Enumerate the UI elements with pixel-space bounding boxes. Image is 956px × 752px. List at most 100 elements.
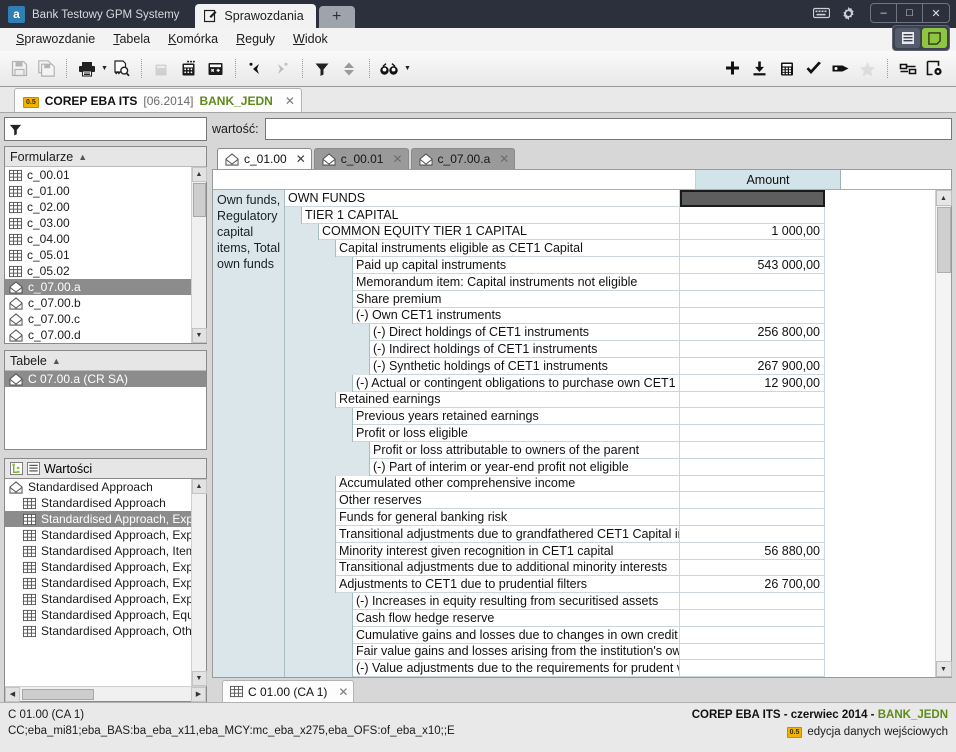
- row-amount-cell[interactable]: [680, 273, 825, 291]
- row-amount-cell[interactable]: [680, 559, 825, 577]
- row-amount-cell[interactable]: [680, 290, 825, 308]
- scroll-up-icon[interactable]: ▲: [191, 167, 207, 182]
- row-label-cell[interactable]: Profit or loss eligible: [353, 425, 680, 442]
- list-item[interactable]: Standardised Approach: [5, 479, 191, 495]
- row-label-cell[interactable]: Minority interest given recognition in C…: [336, 542, 680, 560]
- row-amount-cell[interactable]: [680, 441, 825, 459]
- value-input[interactable]: [264, 118, 952, 140]
- scroll-down-icon[interactable]: ▼: [191, 671, 207, 686]
- row-label-cell[interactable]: Transitional adjustments due to addition…: [336, 559, 680, 577]
- row-amount-cell[interactable]: [680, 643, 825, 661]
- compare-icon[interactable]: [894, 56, 921, 82]
- list-item[interactable]: c_00.01: [5, 167, 191, 183]
- list-item[interactable]: Standardised Approach, Exposu: [5, 591, 191, 607]
- save-all-icon[interactable]: [33, 56, 60, 82]
- table-row[interactable]: Paid up capital instruments 543 000,00: [285, 257, 935, 274]
- table-row[interactable]: Share premium: [285, 290, 935, 308]
- row-amount-cell[interactable]: [680, 609, 825, 627]
- table-row[interactable]: Cash flow hedge reserve: [285, 609, 935, 627]
- tree-icon[interactable]: [10, 462, 23, 475]
- row-label-cell[interactable]: (-) Direct holdings of CET1 instruments: [370, 324, 680, 342]
- wartosci-hscrollbar[interactable]: ◀ ▶: [5, 686, 206, 702]
- bottom-tab-c0100[interactable]: C 01.00 (CA 1) ✕: [222, 680, 355, 702]
- table-row[interactable]: (-) Part of interim or year-end profit n…: [285, 458, 935, 476]
- validate-check-icon[interactable]: [800, 56, 827, 82]
- table-row[interactable]: Fair value gains and losses arising from…: [285, 643, 935, 661]
- row-label-cell[interactable]: Capital instruments eligible as CET1 Cap…: [336, 240, 680, 258]
- row-amount-cell[interactable]: [680, 509, 825, 526]
- row-label-cell[interactable]: COMMON EQUITY TIER 1 CAPITAL: [319, 223, 680, 241]
- row-amount-cell[interactable]: [680, 425, 825, 442]
- list-item[interactable]: Standardised Approach, Other i: [5, 623, 191, 639]
- sidebar-filter-input[interactable]: [26, 121, 202, 137]
- table-row[interactable]: Transitional adjustments due to grandfat…: [285, 525, 935, 543]
- maximize-button[interactable]: □: [897, 4, 923, 22]
- print-dropdown-caret[interactable]: ▼: [101, 65, 108, 72]
- wartosci-scrollbar[interactable]: ▲ ▼: [191, 479, 207, 686]
- minimize-button[interactable]: –: [871, 4, 897, 22]
- list-item[interactable]: c_01.00: [5, 183, 191, 199]
- table-row[interactable]: Profit or loss eligible: [285, 425, 935, 442]
- table-row[interactable]: (-) Increases in equity resulting from s…: [285, 593, 935, 610]
- tag-icon[interactable]: [827, 56, 854, 82]
- form-view-icon[interactable]: [922, 28, 947, 48]
- panel-formularze-header[interactable]: Formularze ▲: [5, 147, 206, 167]
- row-amount-cell[interactable]: [680, 525, 825, 543]
- list-item[interactable]: Standardised Approach, Exposu: [5, 527, 191, 543]
- row-label-cell[interactable]: TIER 1 CAPITAL: [302, 206, 680, 224]
- row-amount-cell[interactable]: [680, 593, 825, 610]
- row-label-cell[interactable]: (-) Synthetic holdings of CET1 instrumen…: [370, 357, 680, 375]
- list-item[interactable]: c_04.00: [5, 231, 191, 247]
- list-item[interactable]: c_07.00.a: [5, 279, 191, 295]
- calculate-grey-icon[interactable]: [148, 56, 175, 82]
- table-row[interactable]: (-) Value adjustments due to the require…: [285, 660, 935, 677]
- sort-icon[interactable]: [336, 56, 363, 82]
- row-amount-cell[interactable]: 26 700,00: [680, 576, 825, 594]
- row-label-cell[interactable]: OWN FUNDS: [285, 190, 680, 207]
- sort-arrow-icon[interactable]: ▲: [52, 356, 61, 366]
- tabele-list[interactable]: C 07.00.a (CR SA): [5, 371, 206, 449]
- row-label-cell[interactable]: (-) Part of interim or year-end profit n…: [370, 458, 680, 476]
- list-item[interactable]: c_07.00.b: [5, 295, 191, 311]
- row-amount-cell[interactable]: [680, 626, 825, 644]
- sort-arrow-icon[interactable]: ▲: [78, 152, 87, 162]
- row-label-cell[interactable]: (-) Actual or contingent obligations to …: [353, 374, 680, 392]
- window-tab-sprawozdania[interactable]: Sprawozdania: [195, 4, 316, 28]
- table-row[interactable]: Previous years retained earnings: [285, 408, 935, 426]
- list-item[interactable]: c_07.00.d: [5, 327, 191, 343]
- row-amount-cell[interactable]: [680, 391, 825, 409]
- new-tab-button[interactable]: +: [318, 6, 355, 28]
- menu-sprawozdanie[interactable]: Sprawozdanie: [8, 30, 105, 48]
- list-item[interactable]: Standardised Approach, Items a: [5, 543, 191, 559]
- bottom-tab-close-icon[interactable]: ✕: [332, 685, 348, 699]
- table-row[interactable]: Minority interest given recognition in C…: [285, 542, 935, 560]
- list-item[interactable]: c_05.02: [5, 263, 191, 279]
- row-amount-cell[interactable]: [680, 341, 825, 358]
- print-preview-icon[interactable]: [108, 56, 135, 82]
- row-amount-cell[interactable]: [680, 408, 825, 426]
- menu-widok[interactable]: Widok: [285, 30, 338, 48]
- keyboard-icon[interactable]: [813, 7, 830, 19]
- scroll-down-icon[interactable]: ▼: [191, 328, 207, 343]
- list-item[interactable]: c_07.00.c: [5, 311, 191, 327]
- row-amount-cell[interactable]: [680, 475, 825, 493]
- find-dropdown-caret[interactable]: ▼: [404, 65, 411, 72]
- row-amount-cell[interactable]: [680, 190, 825, 207]
- row-amount-cell[interactable]: [680, 458, 825, 476]
- row-label-cell[interactable]: (-) Indirect holdings of CET1 instrument…: [370, 341, 680, 358]
- formularze-scrollbar[interactable]: ▲ ▼: [191, 167, 207, 343]
- table-row[interactable]: TIER 1 CAPITAL: [285, 206, 935, 224]
- row-label-cell[interactable]: (-) Own CET1 instruments: [353, 307, 680, 325]
- print-icon[interactable]: [73, 56, 100, 82]
- row-label-cell[interactable]: Adjustments to CET1 due to prudential fi…: [336, 576, 680, 594]
- table-row[interactable]: Transitional adjustments due to addition…: [285, 559, 935, 577]
- calc-sheet-icon[interactable]: [773, 56, 800, 82]
- row-amount-cell[interactable]: 1 000,00: [680, 223, 825, 241]
- table-row[interactable]: Adjustments to CET1 due to prudential fi…: [285, 576, 935, 594]
- table-row[interactable]: Accumulated other comprehensive income: [285, 475, 935, 493]
- row-amount-cell[interactable]: [680, 492, 825, 510]
- menu-tabela[interactable]: Tabela: [105, 30, 160, 48]
- row-label-cell[interactable]: Other reserves: [336, 492, 680, 510]
- table-row[interactable]: COMMON EQUITY TIER 1 CAPITAL 1 000,00: [285, 223, 935, 241]
- menu-reguly[interactable]: Reguły: [228, 30, 285, 48]
